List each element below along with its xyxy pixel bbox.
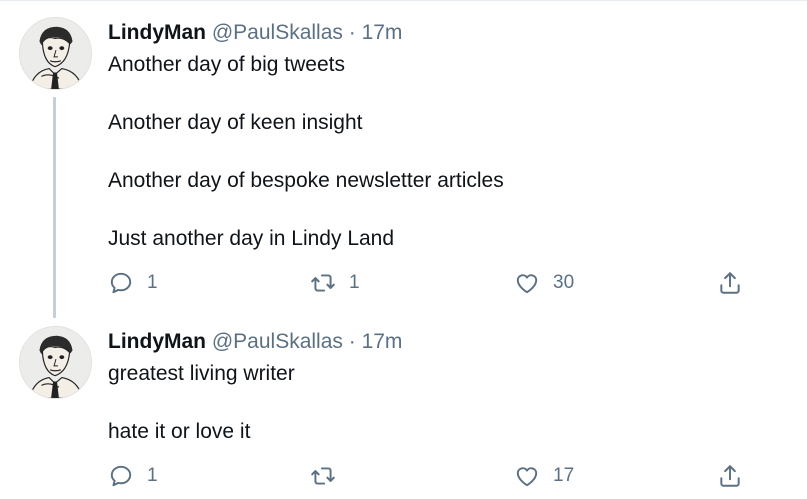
like-count: 30 xyxy=(553,272,575,293)
avatar[interactable] xyxy=(19,326,92,399)
tweet-line: Another day of keen insight xyxy=(108,111,363,134)
like-button[interactable]: 30 xyxy=(514,267,574,299)
tweet-line: Just another day in Lindy Land xyxy=(108,227,395,250)
heart-icon xyxy=(516,274,538,294)
avatar-illustration xyxy=(20,18,91,89)
share-icon xyxy=(720,272,740,294)
reply-icon xyxy=(110,272,132,294)
action-bar: 1 17 xyxy=(0,460,807,492)
reply-count: 1 xyxy=(147,272,158,293)
retweet-button[interactable] xyxy=(310,460,349,492)
tweet-text: greatest living writer hate it or love i… xyxy=(108,360,295,476)
timestamp[interactable]: 17m xyxy=(362,21,403,44)
retweet-icon xyxy=(311,467,335,485)
tweet-line: Another day of bespoke newsletter articl… xyxy=(108,169,504,192)
tweet-line: greatest living writer xyxy=(108,362,295,385)
retweet-button[interactable]: 1 xyxy=(310,267,360,299)
like-button[interactable]: 17 xyxy=(514,460,574,492)
reply-button[interactable]: 1 xyxy=(108,460,158,492)
tweet[interactable]: LindyMan @PaulSkallas · 17m greatest liv… xyxy=(0,318,807,499)
display-name[interactable]: LindyMan xyxy=(108,21,206,44)
avatar-illustration xyxy=(20,327,91,398)
reply-button[interactable]: 1 xyxy=(108,267,158,299)
tweet[interactable]: LindyMan @PaulSkallas · 17m Another day … xyxy=(0,0,807,318)
reply-count: 1 xyxy=(147,465,158,486)
tweet-line: Another day of big tweets xyxy=(108,53,345,76)
retweet-icon xyxy=(311,274,335,292)
separator: · xyxy=(348,21,356,44)
retweet-count: 1 xyxy=(349,272,360,293)
share-button[interactable] xyxy=(717,267,743,299)
share-button[interactable] xyxy=(717,460,743,492)
tweet-line: hate it or love it xyxy=(108,420,251,443)
reply-icon xyxy=(110,465,132,487)
avatar[interactable] xyxy=(19,17,92,90)
user-handle[interactable]: @PaulSkallas xyxy=(212,21,343,44)
separator: · xyxy=(348,330,356,353)
tweet-header: LindyMan @PaulSkallas · 17m xyxy=(108,328,402,356)
user-handle[interactable]: @PaulSkallas xyxy=(212,330,343,353)
heart-icon xyxy=(516,467,538,487)
like-count: 17 xyxy=(553,465,575,486)
timestamp[interactable]: 17m xyxy=(362,330,403,353)
tweet-text: Another day of big tweets Another day of… xyxy=(108,51,504,283)
share-icon xyxy=(720,465,740,487)
action-bar: 1 1 30 xyxy=(0,267,807,299)
display-name[interactable]: LindyMan xyxy=(108,330,206,353)
tweet-header: LindyMan @PaulSkallas · 17m xyxy=(108,19,402,47)
